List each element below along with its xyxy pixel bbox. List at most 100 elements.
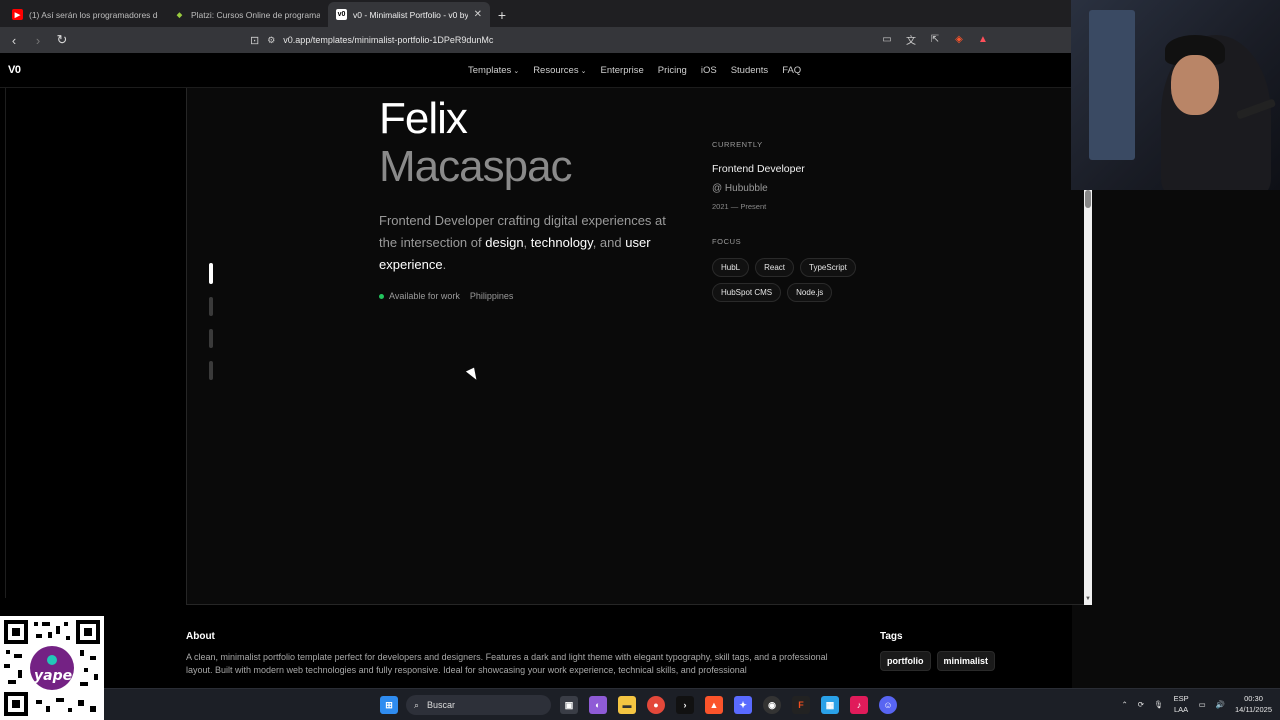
clock-date: 14/11/2025 [1235,705,1272,714]
nav-pricing[interactable]: Pricing [658,65,687,76]
role-years: 2021 — Present [712,202,767,211]
cast-icon[interactable]: ▭ [878,30,896,48]
current-role-panel: CURRENTLY Frontend Developer @ Hububble … [712,140,912,302]
sync-icon[interactable]: ⟳ [1138,700,1144,709]
tiktok-icon[interactable]: ♪ [850,696,868,714]
brave-icon[interactable]: ▲ [705,696,723,714]
divider [5,88,6,598]
search-label: Buscar [427,700,456,710]
nav-label: Resources [533,65,579,76]
availability: Available for work [379,291,460,301]
browser-tab-youtube[interactable]: ▶ (1) Así serán los programadores del f [4,2,166,27]
site-info-icon[interactable]: ⚙ [267,35,275,46]
new-tab-button[interactable]: + [490,2,514,27]
tab-title: (1) Así serán los programadores del f [29,9,158,20]
task-view-icon[interactable]: ▣ [560,696,578,714]
bookmark-icon[interactable]: ⊡ [250,34,259,47]
nav-label: Templates [468,65,512,76]
file-explorer-icon[interactable]: ▬ [618,696,636,714]
availability-status: Available for work Philippines [379,291,513,301]
terminal-icon[interactable]: › [676,696,694,714]
browser-tab-platzi[interactable]: ◆ Platzi: Cursos Online de programació [166,2,328,27]
windows-taskbar: ⊞ ⌕ Buscar ▣ ◐ ▬ ● › ▲ ✦ ◉ F ▦ ♪ ☺ ⌃ ⟳ 🎙… [104,688,1280,720]
show-hidden-icons-icon[interactable]: ⌃ [1121,700,1127,709]
search-icon: ⌕ [414,699,420,710]
discord-icon[interactable]: ☺ [879,696,897,714]
taskbar-search[interactable]: ⌕ Buscar [406,695,551,715]
section-indicator[interactable] [209,263,213,284]
brave-rewards-icon[interactable]: ▲ [974,30,992,48]
chevron-down-icon: ⌄ [513,68,520,75]
role-title: Frontend Developer [712,163,805,175]
currently-label: CURRENTLY [712,140,763,149]
intro-description: Frontend Developer crafting digital expe… [379,210,679,276]
intro-highlight: technology [530,235,593,250]
nav-students[interactable]: Students [731,65,769,76]
v0-favicon-icon: v0 [336,9,347,20]
first-name: Felix [379,94,468,143]
location: Philippines [469,291,514,301]
v0-logo[interactable]: V0 [8,64,21,76]
tab-title: v0 - Minimalist Portfolio - v0 by [353,9,468,20]
intro-highlight: design [485,235,524,250]
tab-title: Platzi: Cursos Online de programació [191,9,320,20]
nav-resources[interactable]: Resources ⌄ [533,65,586,76]
tag-list: portfolio minimalist [880,651,996,671]
tag-portfolio[interactable]: portfolio [880,651,931,671]
intro-text: , [523,235,531,250]
close-tab-icon[interactable]: ✕ [474,9,482,20]
lang-top: ESP [1173,694,1189,703]
language-indicator[interactable]: ESP LAA [1174,693,1189,715]
last-name: Macaspac [379,142,573,191]
copilot-icon[interactable]: ◐ [589,696,607,714]
scroll-down-icon[interactable]: ▼ [1084,596,1092,604]
reload-icon[interactable]: ↻ [52,30,72,50]
scrollbar-thumb[interactable] [1085,190,1091,208]
tag-minimalist[interactable]: minimalist [936,651,996,671]
nav-ios[interactable]: iOS [701,65,717,76]
intro-text: . [442,257,447,272]
webcam-overlay [1071,0,1280,190]
site-nav: Templates ⌄ Resources ⌄ Enterprise Pricing… [468,65,801,76]
app-icon[interactable]: ✦ [734,696,752,714]
skill-chip: HubL [712,258,750,277]
network-icon[interactable]: ▭ [1199,700,1206,709]
nav-templates[interactable]: Templates ⌄ [468,65,519,76]
screen: ▶ (1) Así serán los programadores del f … [0,0,1280,720]
browser-tab-v0[interactable]: v0 v0 - Minimalist Portfolio - v0 by ✕ [328,2,490,27]
windows-start-icon[interactable]: ⊞ [380,696,398,714]
volume-icon[interactable]: 🔊 [1216,700,1225,709]
skill-chip: HubSpot CMS [712,283,782,302]
chrome-icon[interactable]: ● [647,696,665,714]
background-shelf [1089,10,1135,160]
share-icon[interactable]: ⇱ [926,30,944,48]
forward-icon[interactable]: › [28,30,48,50]
yape-logo: yape [34,668,73,684]
url-text[interactable]: v0.app/templates/minimalist-portfolio-1D… [283,35,493,45]
github-icon[interactable]: ◉ [763,696,781,714]
about-heading: About [186,631,215,642]
photos-icon[interactable]: ▦ [821,696,839,714]
company-name: @ Hububble [712,183,768,194]
status-dot-icon [379,294,384,299]
section-indicator[interactable] [209,297,213,316]
nav-faq[interactable]: FAQ [782,65,801,76]
focus-chips: HubL React TypeScript HubSpot CMS Node.j… [712,258,882,302]
site-header: V0 Templates ⌄ Resources ⌄ Enterprise Pric… [0,53,1072,88]
streamer-face [1171,55,1219,115]
skill-chip: React [755,258,795,277]
toolbar-icons: ▭ 文 ⇱ ◈ ▲ [878,30,992,48]
translate-icon[interactable]: 文 [902,30,920,48]
about-text: A clean, minimalist portfolio template p… [186,652,828,675]
tags-heading: Tags [880,631,903,642]
figma-icon[interactable]: F [792,696,810,714]
section-indicator[interactable] [209,361,213,380]
mic-icon[interactable]: 🎙 [1154,700,1164,709]
brave-shield-icon[interactable]: ◈ [950,30,968,48]
clock[interactable]: 00:30 14/11/2025 [1235,693,1272,715]
back-icon[interactable]: ‹ [4,30,24,50]
section-indicator[interactable] [209,329,213,348]
nav-enterprise[interactable]: Enterprise [600,65,643,76]
platzi-favicon-icon: ◆ [176,11,183,19]
lang-bottom: LAA [1173,705,1189,714]
